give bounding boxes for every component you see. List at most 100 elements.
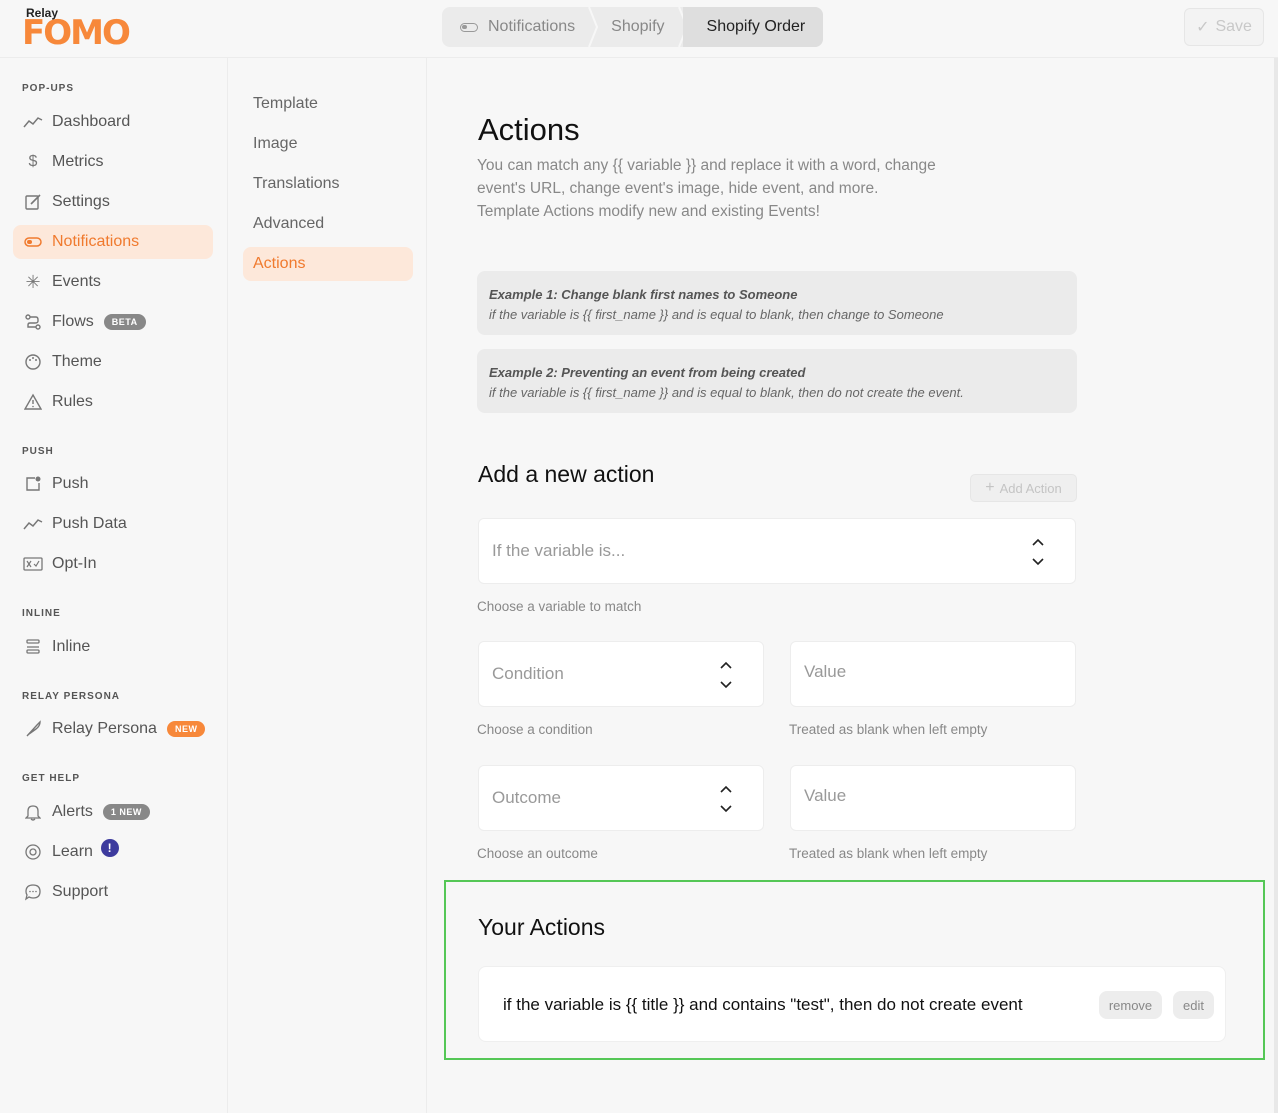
check-icon: ✓ — [1196, 19, 1210, 36]
learn-notice-badge: ! — [100, 839, 119, 857]
sidebar-item-rules[interactable]: Rules — [13, 385, 213, 419]
logo-fomo-text: FOMO — [22, 13, 131, 53]
remove-button[interactable]: remove — [1099, 991, 1162, 1019]
select-chevrons-icon — [720, 785, 732, 813]
your-actions-section: Your Actions if the variable is {{ title… — [444, 880, 1265, 1060]
sidebar-item-learn[interactable]: Learn ! — [13, 835, 213, 869]
sidebar-item-label: Dashboard — [52, 113, 131, 130]
sidebar-item-flows[interactable]: Flows BETA — [13, 305, 213, 339]
relay-fomo-logo[interactable]: Relay FOMO — [22, 6, 131, 50]
condition-select[interactable]: Condition — [478, 641, 764, 707]
outcome-help: Choose an outcome — [477, 846, 598, 861]
sidebar-item-push[interactable]: Push — [13, 467, 213, 501]
opt-in-icon — [23, 554, 43, 574]
section-push: PUSH — [22, 446, 54, 457]
example-text: if the variable is {{ first_name }} and … — [489, 385, 964, 400]
action-description: if the variable is {{ title }} and conta… — [503, 995, 1023, 1014]
sidebar-item-label: Support — [52, 883, 109, 900]
outcome-placeholder: Outcome — [492, 788, 561, 807]
sidebar-item-inline[interactable]: Inline — [13, 630, 213, 664]
toggle-icon — [460, 22, 478, 32]
sidebar-item-label: Rules — [52, 393, 93, 410]
description-line: You can match any {{ variable }} and rep… — [477, 157, 936, 174]
sidebar: POP-UPS Dashboard $ Metrics Settings Not… — [0, 58, 228, 1113]
edit-icon — [23, 192, 43, 212]
breadcrumb-label: Notifications — [488, 18, 576, 35]
save-button[interactable]: ✓ Save — [1184, 8, 1264, 46]
example-title: Example 2: Preventing an event from bein… — [489, 365, 806, 380]
subnav-translations[interactable]: Translations — [243, 167, 413, 201]
variable-select[interactable]: If the variable is... — [478, 518, 1076, 584]
chat-icon — [23, 882, 43, 902]
dollar-icon: $ — [28, 153, 38, 170]
sidebar-item-dashboard[interactable]: Dashboard — [13, 105, 213, 139]
subnav-image[interactable]: Image — [243, 127, 413, 161]
condition-value-input[interactable]: Value — [790, 641, 1076, 707]
sidebar-item-label: Theme — [52, 353, 102, 370]
breadcrumb-shopify-order[interactable]: Shopify Order — [682, 7, 824, 47]
variable-help: Choose a variable to match — [477, 599, 642, 614]
sidebar-item-opt-in[interactable]: Opt-In — [13, 547, 213, 581]
alerts-count-badge: 1 NEW — [102, 804, 150, 820]
sparkle-icon: ✳ — [25, 271, 41, 292]
push-icon — [23, 474, 43, 494]
sidebar-item-label: Alerts — [52, 803, 93, 820]
sidebar-item-label: Metrics — [52, 153, 104, 170]
lifebuoy-icon — [23, 842, 43, 862]
toggle-icon — [23, 232, 43, 252]
condition-help: Choose a condition — [477, 722, 593, 737]
add-action-button[interactable]: + Add Action — [970, 474, 1077, 502]
sidebar-item-label: Learn — [52, 843, 93, 860]
sidebar-item-label: Settings — [52, 193, 110, 210]
breadcrumb: Notifications Shopify Shopify Order — [442, 7, 824, 47]
subnav-advanced[interactable]: Advanced — [243, 207, 413, 241]
sidebar-item-label: Flows — [52, 313, 94, 330]
sidebar-item-push-data[interactable]: Push Data — [13, 507, 213, 541]
value-help: Treated as blank when left empty — [789, 722, 988, 737]
page-description: You can match any {{ variable }} and rep… — [477, 154, 997, 223]
select-chevrons-icon — [1032, 538, 1044, 566]
edit-button[interactable]: edit — [1173, 991, 1214, 1019]
beta-badge: BETA — [103, 314, 146, 330]
breadcrumb-label: Shopify Order — [706, 18, 806, 35]
value-help: Treated as blank when left empty — [789, 846, 988, 861]
new-badge: NEW — [166, 721, 206, 737]
subnav-actions[interactable]: Actions — [243, 247, 413, 281]
breadcrumb-notifications[interactable]: Notifications — [442, 7, 599, 47]
section-inline: INLINE — [22, 608, 61, 619]
breadcrumb-label: Shopify — [611, 18, 665, 35]
sidebar-item-theme[interactable]: Theme — [13, 345, 213, 379]
add-action-heading: Add a new action — [478, 461, 655, 487]
description-line: event's URL, change event's image, hide … — [477, 180, 879, 197]
sidebar-item-metrics[interactable]: $ Metrics — [13, 145, 213, 179]
description-line: Template Actions modify new and existing… — [477, 203, 820, 220]
sidebar-item-label: Notifications — [52, 233, 140, 250]
outcome-value-input[interactable]: Value — [790, 765, 1076, 831]
save-label: Save — [1215, 18, 1252, 35]
breadcrumb-shopify[interactable]: Shopify — [593, 7, 688, 47]
sidebar-item-events[interactable]: ✳ Events — [13, 265, 213, 299]
sidebar-item-relay-persona[interactable]: Relay Persona NEW — [13, 712, 213, 746]
sidebar-item-alerts[interactable]: Alerts 1 NEW — [13, 795, 213, 829]
layers-icon — [23, 637, 43, 657]
sidebar-item-label: Inline — [52, 638, 91, 655]
value-placeholder: Value — [804, 786, 847, 805]
trend-icon — [23, 514, 43, 534]
sidebar-item-support[interactable]: Support — [13, 875, 213, 909]
scrollbar-track[interactable] — [1274, 58, 1278, 1113]
sidebar-item-label: Push — [52, 475, 89, 492]
sidebar-item-notifications[interactable]: Notifications — [13, 225, 213, 259]
add-action-label: Add Action — [999, 480, 1062, 496]
settings-subnav: Template Image Translations Advanced Act… — [229, 58, 427, 1113]
subnav-template[interactable]: Template — [243, 87, 413, 121]
sidebar-item-settings[interactable]: Settings — [13, 185, 213, 219]
sidebar-item-label: Events — [52, 273, 101, 290]
sidebar-item-label: Push Data — [52, 515, 127, 532]
condition-placeholder: Condition — [492, 664, 564, 683]
variable-placeholder: If the variable is... — [492, 541, 626, 560]
outcome-select[interactable]: Outcome — [478, 765, 764, 831]
example-card-2: Example 2: Preventing an event from bein… — [477, 349, 1077, 413]
warning-icon — [23, 392, 43, 412]
action-item: if the variable is {{ title }} and conta… — [478, 966, 1226, 1042]
value-placeholder: Value — [804, 662, 847, 681]
